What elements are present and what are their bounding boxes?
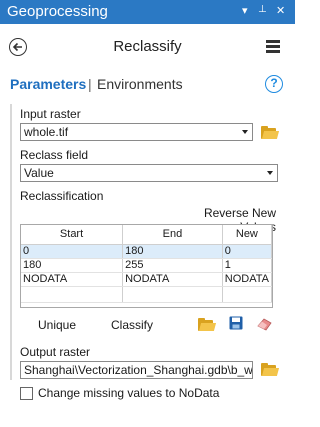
- cell-start[interactable]: NODATA: [21, 272, 124, 287]
- help-icon[interactable]: ?: [265, 75, 283, 93]
- reclass-field-combo[interactable]: Value: [20, 164, 278, 182]
- folder-open-icon[interactable]: [261, 126, 280, 139]
- input-raster-label: Input raster: [20, 107, 81, 121]
- cell-new[interactable]: 0: [222, 244, 273, 259]
- output-raster-value: Shanghai\Vectorization_Shanghai.gdb\b_w: [24, 363, 253, 377]
- cell-end[interactable]: 255: [122, 258, 223, 273]
- table-row[interactable]: [21, 286, 273, 303]
- pin-icon[interactable]: ⊥: [258, 4, 267, 15]
- reclassification-label: Reclassification: [20, 189, 104, 203]
- cell-start[interactable]: 180: [21, 258, 124, 273]
- column-header-end[interactable]: End: [122, 225, 223, 245]
- tool-title: Reclassify: [113, 38, 182, 55]
- table-row[interactable]: NODATA NODATA NODATA: [21, 272, 273, 287]
- output-raster-input[interactable]: Shanghai\Vectorization_Shanghai.gdb\b_w: [20, 361, 253, 379]
- chevron-down-icon[interactable]: [242, 130, 248, 134]
- dropdown-icon[interactable]: ▾: [242, 4, 248, 17]
- classify-button[interactable]: Classify: [111, 318, 153, 332]
- cell-end[interactable]: [122, 286, 223, 303]
- tab-environments[interactable]: Environments: [97, 76, 183, 92]
- tab-parameters[interactable]: Parameters: [10, 76, 86, 92]
- cell-end[interactable]: NODATA: [122, 272, 223, 287]
- table-row[interactable]: 0 180 0: [21, 244, 273, 259]
- eraser-icon[interactable]: [257, 317, 273, 334]
- cell-start[interactable]: [21, 286, 124, 303]
- tab-separator: |: [88, 76, 92, 92]
- reclass-table: Start End New 0 180 0 180 255 1 NODATA N…: [20, 224, 273, 308]
- save-icon[interactable]: [229, 316, 243, 333]
- output-indicator-bar: [10, 342, 12, 380]
- input-raster-value: whole.tif: [24, 125, 69, 139]
- column-header-start[interactable]: Start: [21, 225, 124, 245]
- input-raster-combo[interactable]: whole.tif: [20, 123, 253, 141]
- cell-start[interactable]: 0: [21, 244, 124, 259]
- required-indicator-bar: [10, 104, 12, 345]
- cell-new[interactable]: [222, 286, 273, 303]
- change-missing-checkbox[interactable]: [20, 387, 33, 400]
- change-missing-label[interactable]: Change missing values to NoData: [38, 386, 219, 400]
- folder-open-icon[interactable]: [261, 363, 280, 376]
- cell-end[interactable]: 180: [122, 244, 223, 259]
- menu-icon[interactable]: [266, 40, 280, 53]
- cell-new[interactable]: 1: [222, 258, 273, 273]
- reclass-field-label: Reclass field: [20, 148, 89, 162]
- table-row[interactable]: 180 255 1: [21, 258, 273, 273]
- unique-button[interactable]: Unique: [38, 318, 76, 332]
- chevron-down-icon[interactable]: [267, 171, 273, 175]
- load-remap-folder-icon[interactable]: [198, 318, 217, 331]
- cell-new[interactable]: NODATA: [222, 272, 273, 287]
- column-header-new[interactable]: New: [222, 225, 273, 245]
- window-title: Geoprocessing: [7, 3, 108, 20]
- close-icon[interactable]: ✕: [276, 4, 285, 17]
- output-raster-label: Output raster: [20, 345, 91, 359]
- reclass-field-value: Value: [24, 166, 54, 180]
- title-bar: Geoprocessing ▾ ⊥ ✕: [0, 0, 295, 24]
